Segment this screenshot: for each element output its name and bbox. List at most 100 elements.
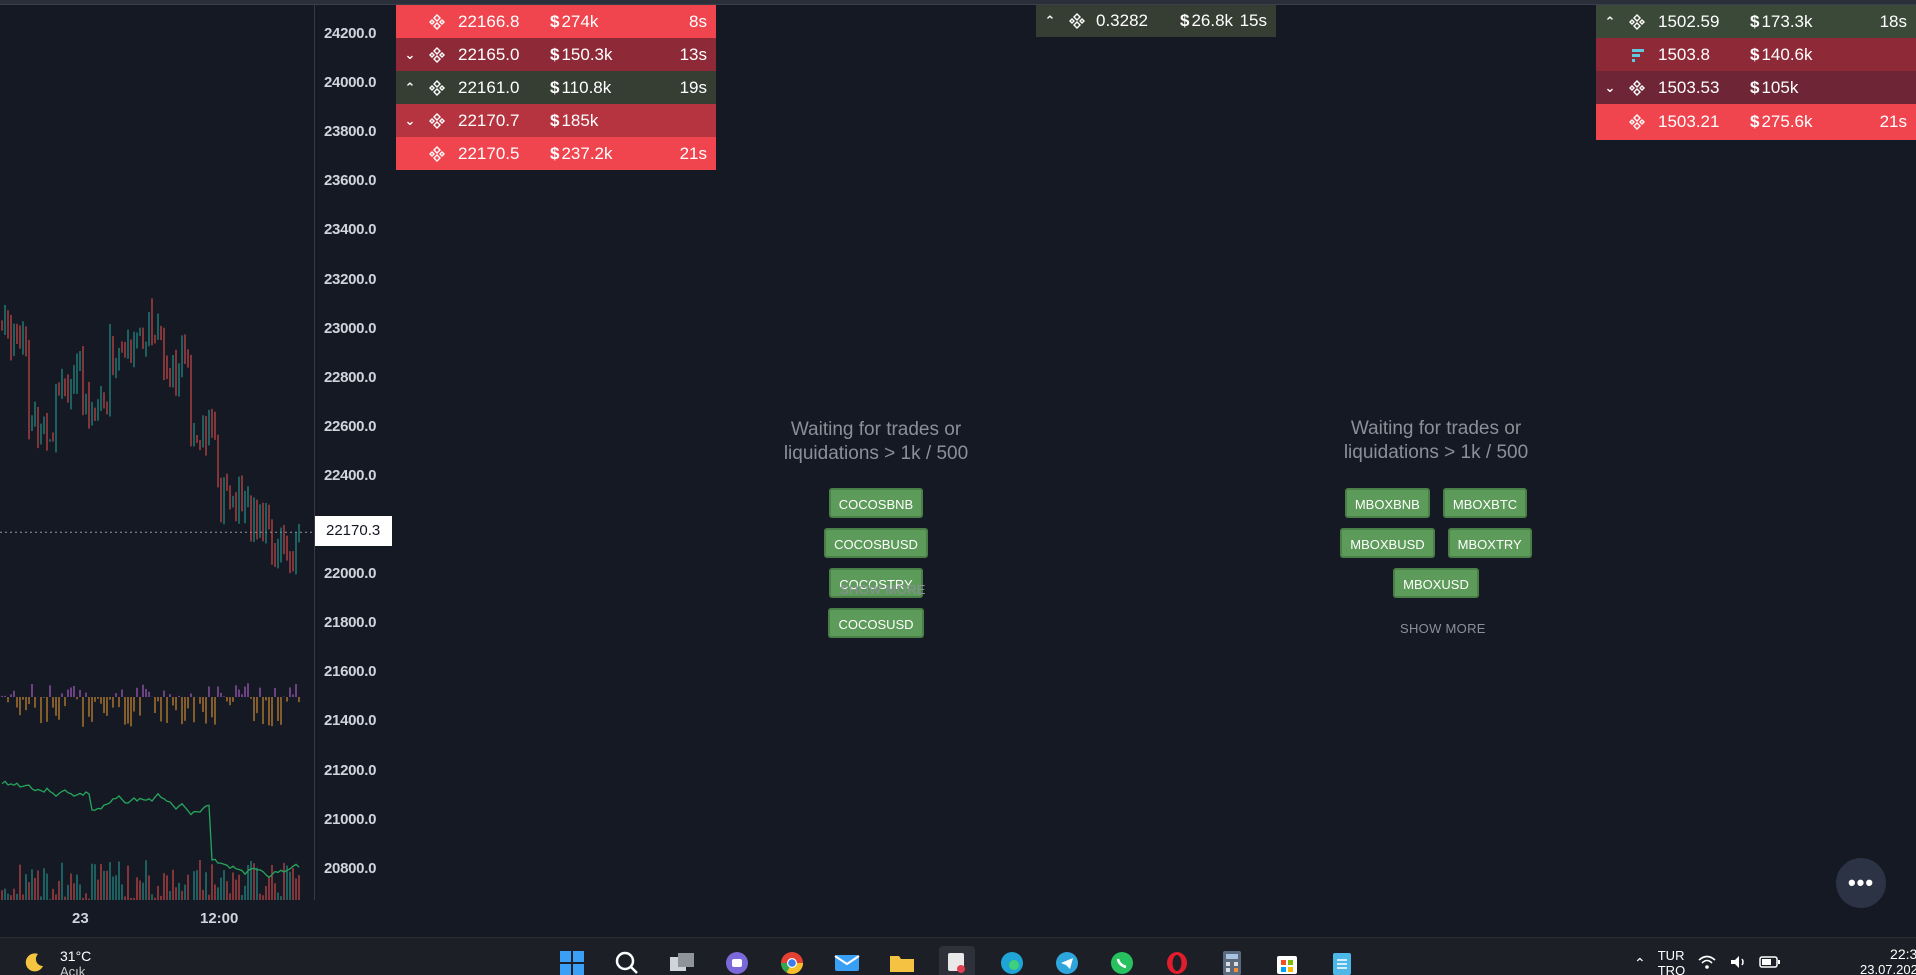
chevron-up-icon[interactable]: ⌃	[1634, 955, 1646, 972]
binance-icon	[424, 13, 450, 30]
mail-icon[interactable]	[829, 946, 865, 975]
trade-usd: $110.8k	[550, 77, 612, 97]
teams-chat-icon[interactable]	[719, 946, 755, 975]
keyboard-layout: TRQ	[1657, 963, 1686, 975]
trade-amount: 110.8k	[561, 77, 612, 97]
time-tick-noon: 12:00	[200, 910, 239, 927]
trade-row[interactable]: 1503.21 $275.6k 21s	[1596, 104, 1916, 140]
pair-chip[interactable]: MBOXTRY	[1447, 528, 1532, 558]
binance-icon	[1624, 79, 1650, 96]
task-view-icon[interactable]	[664, 946, 700, 975]
pair-chip[interactable]: COCOSBNB	[828, 488, 924, 518]
trade-age: 18s	[1879, 11, 1907, 31]
pair-chip[interactable]: MBOXBUSD	[1340, 528, 1435, 558]
system-clock[interactable]: 22:33 23.07.2022	[1860, 946, 1916, 975]
clock-date: 23.07.2022	[1860, 962, 1916, 975]
current-price-badge: 22170.3	[315, 516, 392, 546]
trade-price: 1503.21	[1658, 112, 1720, 131]
pair-chip[interactable]: MBOXBTC	[1442, 488, 1528, 518]
weather-widget[interactable]: 31°C Açık	[24, 948, 91, 975]
trades-list-btc: 22166.8 $274k 8s ⌄ 22165.0 $150.3k 13s ⌃…	[396, 5, 716, 170]
clock-time: 22:33	[1890, 946, 1916, 962]
microsoft-store-icon[interactable]	[1269, 946, 1305, 975]
trade-usd: $26.8k	[1180, 11, 1234, 30]
trade-amount: 275.6k	[1761, 112, 1813, 131]
trade-row[interactable]: ⌃ 0.3282 $26.8k 15s	[1036, 5, 1276, 37]
pair-chip[interactable]: MBOXBNB	[1344, 488, 1430, 518]
price-tick: 22400.0	[324, 466, 377, 484]
price-tick: 21600.0	[324, 663, 377, 681]
pair-chips-cocos: COCOSBNB COCOSBUSD COCOSTRY COCOSUSD	[776, 488, 976, 638]
trade-age: 21s	[1879, 112, 1907, 131]
trade-age: 19s	[679, 77, 707, 97]
price-axis-divider	[314, 5, 315, 900]
trade-age: 13s	[679, 44, 707, 64]
chevron-up-icon: ⌃	[1044, 13, 1056, 28]
trade-amount: 274k	[561, 11, 599, 31]
opera-icon[interactable]	[1159, 946, 1195, 975]
telegram-icon[interactable]	[1049, 946, 1085, 975]
windows-taskbar: 31°C Açık ⌃ TUR TRQ 22:33 23.07.2022	[0, 937, 1916, 975]
chrome-icon[interactable]	[774, 946, 810, 975]
pair-chip[interactable]: MBOXUSD	[1393, 568, 1479, 598]
snipping-tool-icon[interactable]	[939, 946, 975, 975]
trade-usd: $105k	[1750, 77, 1799, 97]
trade-usd: $150.3k	[550, 44, 613, 64]
price-tick: 20800.0	[324, 859, 377, 877]
trade-row[interactable]: ⌄ 22165.0 $150.3k 13s	[396, 38, 716, 71]
show-more-button-cocos[interactable]: SHOW MORE	[840, 582, 926, 597]
cumulative-volume-line	[1, 780, 300, 879]
price-tick: 21200.0	[324, 761, 377, 779]
price-tick: 24200.0	[324, 25, 377, 42]
trade-price: 22161.0	[458, 77, 520, 97]
wifi-icon[interactable]	[1697, 954, 1717, 973]
trade-amount: 185k	[561, 110, 599, 130]
windows-start-icon[interactable]	[554, 946, 590, 975]
moon-icon	[24, 951, 46, 975]
calculator-icon[interactable]	[1214, 946, 1250, 975]
trade-price: 22166.8	[458, 11, 520, 31]
waiting-message-mbox: Waiting for trades or liquidations > 1k …	[1343, 418, 1529, 463]
chevron-up-icon: ⌃	[1604, 13, 1616, 29]
show-more-button-mbox[interactable]: SHOW MORE	[1400, 621, 1486, 636]
binance-icon	[424, 46, 450, 63]
binance-icon	[424, 79, 450, 96]
binance-icon	[1624, 114, 1650, 130]
trade-row[interactable]: ⌄ 1503.53 $105k	[1596, 71, 1916, 104]
trade-age: 21s	[679, 143, 707, 163]
volume-icon[interactable]	[1729, 954, 1747, 973]
trades-list-cocos: ⌃ 0.3282 $26.8k 15s	[1036, 5, 1276, 37]
weather-description: Açık	[60, 964, 86, 975]
battery-icon[interactable]	[1759, 955, 1781, 972]
pair-chips-mbox: MBOXBNB MBOXBTC MBOXBUSD MBOXTRY MBOXUSD	[1336, 488, 1536, 598]
language-indicator[interactable]: TUR TRQ	[1658, 948, 1685, 975]
trade-row[interactable]: 22170.5 $237.2k 21s	[396, 137, 716, 170]
trade-price: 22165.0	[458, 44, 520, 64]
trade-usd: $237.2k	[550, 143, 613, 163]
trade-row[interactable]: ⌄ 22170.7 $185k	[396, 104, 716, 137]
price-tick: 21400.0	[324, 712, 377, 730]
price-tick: 23400.0	[324, 221, 377, 239]
pair-chip[interactable]: COCOSUSD	[828, 608, 924, 638]
trade-row[interactable]: 1503.8 $140.6k	[1596, 38, 1916, 71]
notepad-icon[interactable]	[1324, 946, 1360, 975]
binance-icon	[1064, 13, 1090, 29]
trade-amount: 173.3k	[1761, 11, 1813, 31]
trade-amount: 237.2k	[561, 143, 613, 163]
edge-icon[interactable]	[994, 946, 1030, 975]
pair-chip[interactable]: COCOSBUSD	[824, 528, 928, 558]
trade-age: 8s	[689, 11, 707, 31]
file-explorer-icon[interactable]	[884, 946, 920, 975]
language-code: TUR	[1657, 948, 1685, 963]
trade-usd: $274k	[550, 11, 599, 31]
trade-usd: $173.3k	[1750, 11, 1813, 31]
trade-row[interactable]: ⌃ 22161.0 $110.8k 19s	[396, 71, 716, 104]
trade-price: 22170.5	[458, 143, 520, 163]
trade-price: 1503.53	[1658, 77, 1720, 97]
more-options-button[interactable]: •••	[1836, 858, 1886, 908]
price-tick: 23000.0	[324, 319, 377, 337]
trade-row[interactable]: ⌃ 1502.59 $173.3k 18s	[1596, 5, 1916, 38]
search-icon[interactable]	[609, 946, 645, 975]
whatsapp-icon[interactable]	[1104, 946, 1140, 975]
trade-row[interactable]: 22166.8 $274k 8s	[396, 5, 716, 38]
